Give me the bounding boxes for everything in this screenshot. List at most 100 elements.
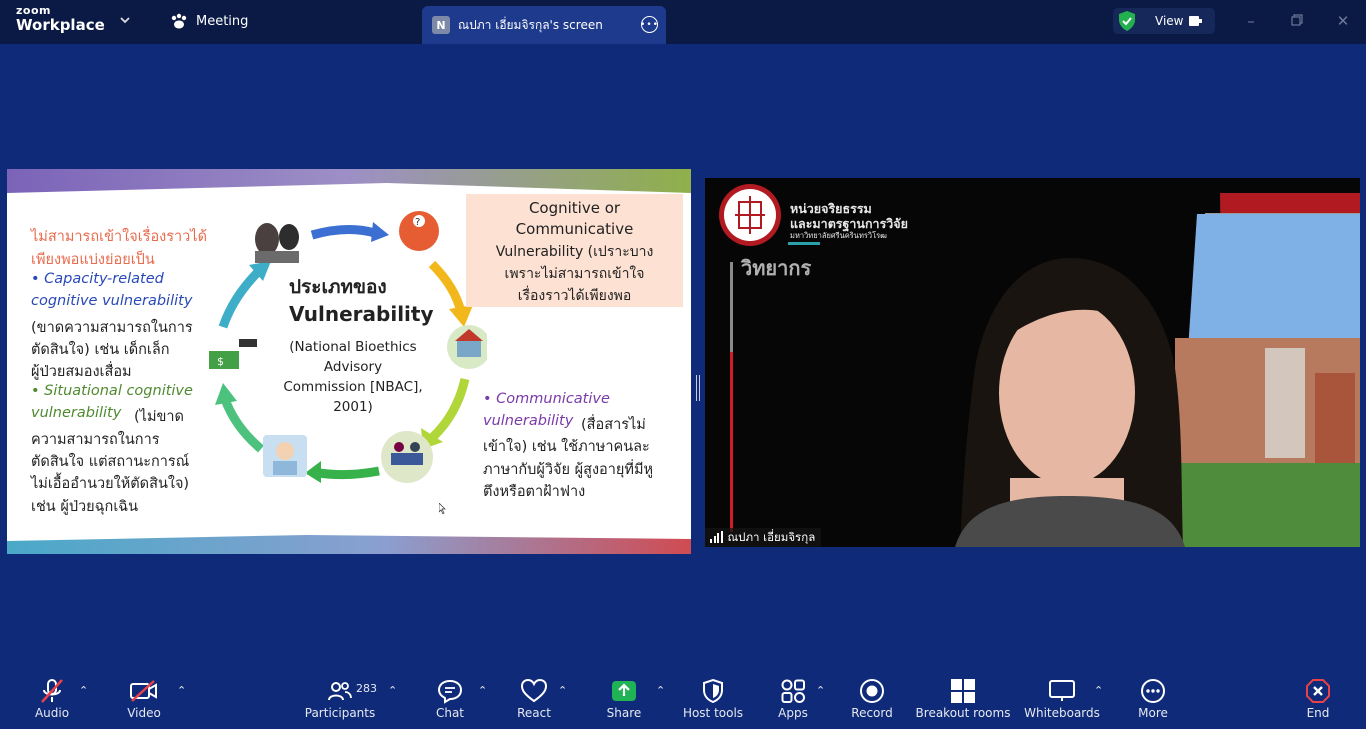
box-line: Cognitive or (528, 199, 621, 217)
screen-share-tab[interactable]: N ณปภา เอี่ยมจิรกุล's screen ••• (422, 6, 666, 44)
video-options-caret[interactable]: ⌃ (177, 684, 186, 697)
video-label: Video (127, 706, 161, 720)
role-label: วิทยากร (741, 256, 812, 280)
slide-bottom-band (7, 535, 691, 554)
arrow-left-bottom (220, 397, 264, 453)
record-icon (860, 679, 884, 703)
left-heading-1: ไม่สามารถเข้าใจเรื่องราวได้ (31, 229, 208, 245)
end-button[interactable]: End (1273, 676, 1363, 724)
audio-muted-icon (41, 679, 63, 703)
left-heading-2: เพียงพอแบ่งย่อยเป็น (31, 252, 155, 268)
right-line: (สื่อสารไม่ (581, 417, 646, 433)
participants-icon (328, 682, 352, 701)
apps-options-caret[interactable]: ⌃ (816, 684, 825, 697)
audio-options-caret[interactable]: ⌃ (79, 684, 88, 697)
arrow-bottom-head (305, 461, 321, 483)
more-button[interactable]: More (1108, 676, 1198, 724)
left-line: (ไม่ขาด (134, 409, 184, 425)
arrow-left-top (218, 267, 263, 329)
logo-top-text: zoom (16, 4, 51, 17)
share-options-caret[interactable]: ⌃ (656, 684, 665, 697)
view-label: View (1155, 14, 1184, 28)
view-button[interactable]: View (1155, 14, 1203, 28)
apps-icon (781, 679, 805, 703)
center-title-1: ประเภทของ (289, 276, 387, 298)
zoom-logo[interactable]: zoom Workplace (16, 5, 105, 33)
arrow-right-top-head (449, 305, 473, 327)
end-icon (1306, 679, 1330, 703)
shared-slide: ไม่สามารถเข้าใจเรื่องราวได้ เพียงพอแบ่งย… (7, 169, 691, 554)
signal-bars-icon (710, 531, 723, 543)
paw-icon (171, 13, 187, 29)
apps-label: Apps (778, 706, 808, 720)
arrow-bottom (318, 466, 380, 480)
react-options-caret[interactable]: ⌃ (558, 684, 567, 697)
whiteboards-label: Whiteboards (1024, 706, 1100, 720)
audio-label: Audio (34, 706, 70, 720)
right-line: • Communicative (483, 391, 610, 407)
box-line: เพราะไม่สามารถเข้าใจ (504, 266, 645, 282)
maximize-icon[interactable] (1287, 12, 1307, 30)
whiteboards-options-caret[interactable]: ⌃ (1094, 684, 1103, 697)
view-controls: View (1113, 8, 1215, 34)
slide-top-band (7, 169, 691, 193)
svg-text:?: ? (415, 217, 420, 228)
arrow-top (310, 224, 377, 240)
grid-icon (951, 679, 975, 703)
meeting-label: Meeting (196, 13, 249, 29)
breakout-rooms-button[interactable]: Breakout rooms (916, 676, 1010, 724)
center-source: (National Bioethics (289, 339, 417, 355)
more-options-icon[interactable]: ••• (640, 16, 658, 33)
right-line: vulnerability (483, 413, 574, 429)
doctor-illustration (263, 435, 307, 477)
box-line: Vulnerability (เปราะบาง (495, 244, 654, 260)
left-line: ตัดสินใจ แต่สถานะการณ์ (31, 454, 190, 470)
title-bar: zoom Workplace Meeting N ณปภา เอี่ยมจิรก… (0, 0, 1366, 44)
resize-handle[interactable] (696, 375, 700, 401)
sharer-avatar: N (432, 16, 450, 34)
more-label: More (1138, 706, 1168, 720)
participants-options-caret[interactable]: ⌃ (388, 684, 397, 697)
view-layout-icon (1189, 16, 1203, 26)
meeting-tab[interactable]: Meeting (170, 13, 248, 29)
chat-options-caret[interactable]: ⌃ (478, 684, 487, 697)
center-source: 2001) (333, 399, 373, 415)
center-source: Advisory (323, 359, 383, 375)
money-hand-illustration: $ (209, 339, 257, 369)
meeting-illustration (381, 431, 433, 483)
chevron-down-icon[interactable] (120, 13, 130, 27)
left-line: เช่น ผู้ป่วยฉุกเฉิน (31, 499, 139, 515)
chat-icon (437, 679, 463, 704)
left-line: • Capacity-related (31, 271, 164, 287)
left-line: ไม่เอื้ออำนวยให้ตัดสินใจ) (31, 476, 190, 492)
center-source: Commission [NBAC], (283, 379, 423, 395)
record-label: Record (851, 706, 893, 720)
record-button[interactable]: Record (827, 676, 917, 724)
left-line: cognitive vulnerability (31, 293, 193, 309)
whiteboard-icon (1049, 680, 1075, 701)
svg-text:$: $ (217, 355, 224, 368)
react-label: React (517, 706, 551, 720)
host-tools-button[interactable]: Host tools (668, 676, 758, 724)
heart-icon (520, 679, 548, 703)
screen-share-title: ณปภา เอี่ยมจิรกุล's screen (458, 17, 603, 32)
center-title-2: Vulnerability (289, 302, 434, 326)
security-shield-icon[interactable] (1117, 10, 1137, 32)
right-line: ตึงหรือตาฝ้าฟาง (483, 484, 586, 500)
share-label: Share (606, 706, 642, 720)
left-line: • Situational cognitive (31, 383, 193, 399)
building-illustration (447, 325, 487, 369)
org-line-3: มหาวิทยาลัยศรีนครินทรวิโรฒ (790, 231, 887, 240)
share-arrow-icon (612, 681, 636, 701)
end-label: End (1306, 706, 1330, 720)
participant-name-tag: ณปภา เอี่ยมจิรกุล (705, 528, 822, 547)
more-dots-icon (1141, 679, 1165, 703)
close-window-icon[interactable]: ✕ (1333, 12, 1353, 30)
video-button[interactable]: Video (99, 676, 189, 724)
box-line: Communicative (515, 220, 634, 238)
host-tools-label: Host tools (682, 706, 744, 720)
speaker-video[interactable]: หน่วยจริยธรรม และมาตรฐานการวิจัย มหาวิทย… (705, 178, 1360, 547)
right-line: ภาษากับผู้วิจัย ผู้สูงอายุที่มีหู (483, 462, 654, 478)
shield-icon (703, 678, 723, 704)
minimize-icon[interactable]: – (1241, 12, 1261, 30)
